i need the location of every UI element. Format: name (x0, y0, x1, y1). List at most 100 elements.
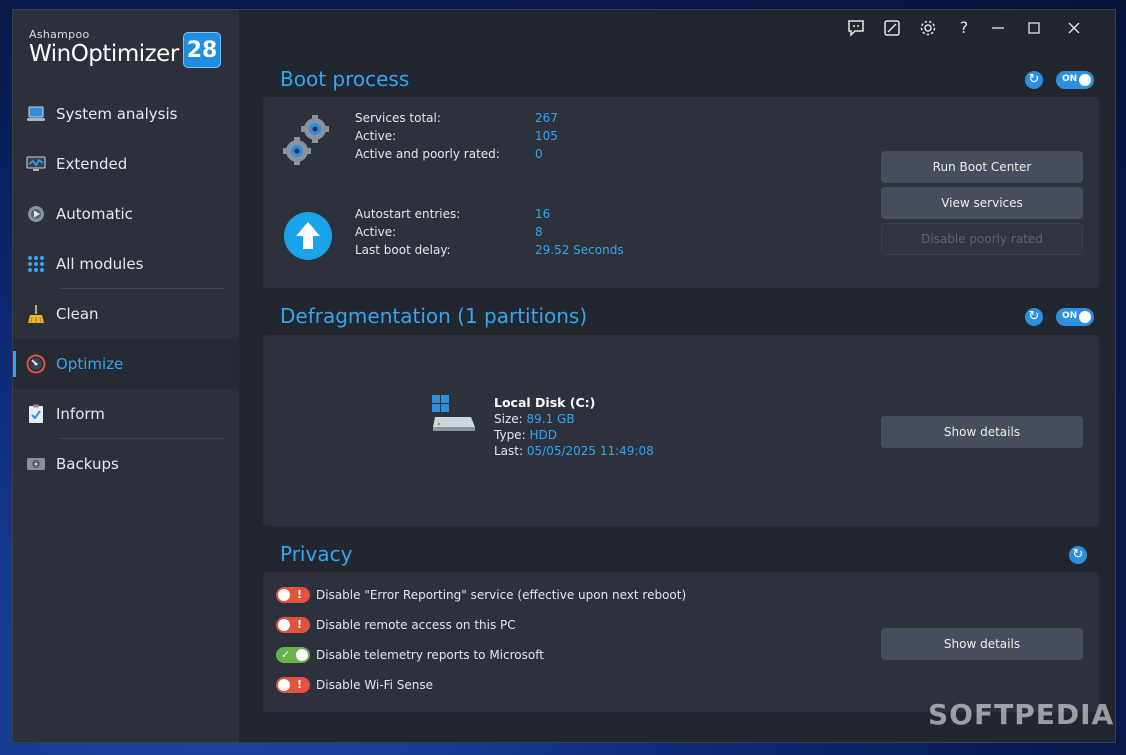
autostart-active-label: Active: (355, 225, 397, 239)
privacy-toggle-off[interactable]: ! (276, 677, 310, 693)
disk-last-row: Last: 05/05/2025 11:49:08 (494, 444, 654, 458)
boot-panel: Services total: 267 Active: 105 Active a… (263, 97, 1099, 288)
sidebar-item-inform[interactable]: Inform (13, 389, 239, 439)
version-badge: 28 (183, 32, 221, 68)
disk-last-value: 05/05/2025 11:49:08 (526, 444, 654, 458)
sidebar-item-all-modules[interactable]: All modules (13, 239, 239, 289)
privacy-item: ✓ Disable telemetry reports to Microsoft (276, 646, 544, 664)
privacy-refresh-icon[interactable]: ↻ (1069, 546, 1087, 564)
sidebar-item-label: Backups (56, 455, 119, 473)
boot-refresh-icon[interactable]: ↻ (1025, 71, 1043, 89)
defrag-toggle[interactable]: ON (1056, 308, 1094, 326)
disk-last-label: Last: (494, 444, 524, 458)
laptop-icon (26, 104, 46, 124)
toggle-label: ON (1062, 74, 1078, 84)
poorly-rated-row: Active and poorly rated: (355, 147, 500, 161)
autostart-active-value: 8 (535, 225, 543, 239)
sidebar-item-automatic[interactable]: Automatic (13, 189, 239, 239)
poorly-rated-label: Active and poorly rated: (355, 147, 500, 161)
autostart-row: Autostart entries: (355, 207, 460, 221)
brand-name: WinOptimizer (29, 41, 179, 67)
gear-play-icon (26, 204, 46, 224)
privacy-show-details-button[interactable]: Show details (881, 628, 1083, 660)
title-bar: ? (815, 10, 1115, 46)
privacy-toggle-on[interactable]: ✓ (276, 647, 310, 663)
services-active-value: 105 (535, 129, 558, 143)
help-icon[interactable]: ? (955, 19, 973, 37)
disable-poorly-rated-button[interactable]: Disable poorly rated (881, 223, 1083, 255)
defrag-panel: Local Disk (C:) Size: 89.1 GB Type: HDD … (263, 335, 1099, 526)
toggle-knob (1079, 74, 1091, 86)
sidebar-item-extended[interactable]: Extended (13, 139, 239, 189)
disk-type-row: Type: HDD (494, 428, 557, 442)
services-active-row: Active: (355, 129, 396, 143)
services-total-value: 267 (535, 111, 558, 125)
run-boot-center-button[interactable]: Run Boot Center (881, 151, 1083, 183)
privacy-item: ! Disable remote access on this PC (276, 616, 516, 634)
boot-section-title: Boot process (280, 67, 410, 91)
privacy-section-title: Privacy (280, 542, 353, 566)
privacy-item-label: Disable telemetry reports to Microsoft (316, 648, 544, 662)
autostart-arrow-icon (283, 211, 333, 265)
disk-type-label: Type: (494, 428, 526, 442)
app-window: Ashampoo WinOptimizer 28 System analysis… (12, 9, 1116, 743)
privacy-panel: ! Disable "Error Reporting" service (eff… (263, 572, 1099, 712)
last-boot-row: Last boot delay: (355, 243, 451, 257)
disk-type-value: HDD (529, 428, 557, 442)
toggle-label: ON (1062, 311, 1078, 321)
broom-icon (26, 304, 46, 324)
skin-icon[interactable] (883, 19, 901, 37)
sidebar-item-label: Extended (56, 155, 128, 173)
autostart-label: Autostart entries: (355, 207, 461, 221)
poorly-rated-value: 0 (535, 147, 543, 161)
sidebar-nav: System analysis Extended Automatic All m… (13, 89, 239, 489)
disk-size-label: Size: (494, 412, 523, 426)
services-gears-icon (281, 113, 333, 171)
hard-drive-icon (26, 454, 46, 474)
services-total-row: Services total: (355, 111, 441, 125)
sidebar-item-backups[interactable]: Backups (13, 439, 239, 489)
services-active-label: Active: (355, 129, 397, 143)
defrag-section-title: Defragmentation (1 partitions) (280, 304, 588, 328)
last-boot-label: Last boot delay: (355, 243, 451, 257)
feedback-icon[interactable] (847, 19, 865, 37)
sidebar-item-label: Optimize (56, 355, 124, 373)
services-total-label: Services total: (355, 111, 441, 125)
sidebar-item-label: System analysis (56, 105, 178, 123)
boot-toggle[interactable]: ON (1056, 71, 1094, 89)
defrag-refresh-icon[interactable]: ↻ (1025, 308, 1043, 326)
sidebar: Ashampoo WinOptimizer 28 System analysis… (13, 10, 239, 742)
disk-name: Local Disk (C:) (494, 395, 596, 410)
sidebar-item-system-analysis[interactable]: System analysis (13, 89, 239, 139)
sidebar-item-label: Clean (56, 305, 99, 323)
disk-size-row: Size: 89.1 GB (494, 412, 575, 426)
privacy-item-label: Disable "Error Reporting" service (effec… (316, 588, 687, 602)
softpedia-watermark: SOFTPEDIA (928, 698, 1115, 731)
sidebar-item-label: Inform (56, 405, 105, 423)
sidebar-item-label: Automatic (56, 205, 133, 223)
sidebar-item-label: All modules (56, 255, 144, 273)
toggle-knob (1079, 311, 1091, 323)
close-icon[interactable] (1065, 19, 1083, 37)
last-boot-value: 29.52 Seconds (535, 243, 624, 257)
minimize-icon[interactable] (989, 19, 1007, 37)
sidebar-item-optimize[interactable]: Optimize (13, 339, 239, 389)
main-content: ? Boot process ↻ ON Services total: 267 … (239, 10, 1115, 742)
speedometer-icon (26, 354, 46, 374)
defrag-show-details-button[interactable]: Show details (881, 416, 1083, 448)
privacy-item-label: Disable Wi-Fi Sense (316, 678, 434, 692)
grid-icon (26, 254, 46, 274)
privacy-toggle-off[interactable]: ! (276, 617, 310, 633)
privacy-item-label: Disable remote access on this PC (316, 618, 516, 632)
privacy-toggle-off[interactable]: ! (276, 587, 310, 603)
disk-drive-icon (431, 393, 477, 437)
monitor-chart-icon (26, 154, 46, 174)
privacy-item: ! Disable "Error Reporting" service (eff… (276, 586, 686, 604)
settings-icon[interactable] (919, 19, 937, 37)
brand-small: Ashampoo (29, 28, 90, 41)
maximize-icon[interactable] (1025, 19, 1043, 37)
sidebar-item-clean[interactable]: Clean (13, 289, 239, 339)
view-services-button[interactable]: View services (881, 187, 1083, 219)
autostart-value: 16 (535, 207, 551, 221)
clipboard-check-icon (26, 404, 46, 424)
